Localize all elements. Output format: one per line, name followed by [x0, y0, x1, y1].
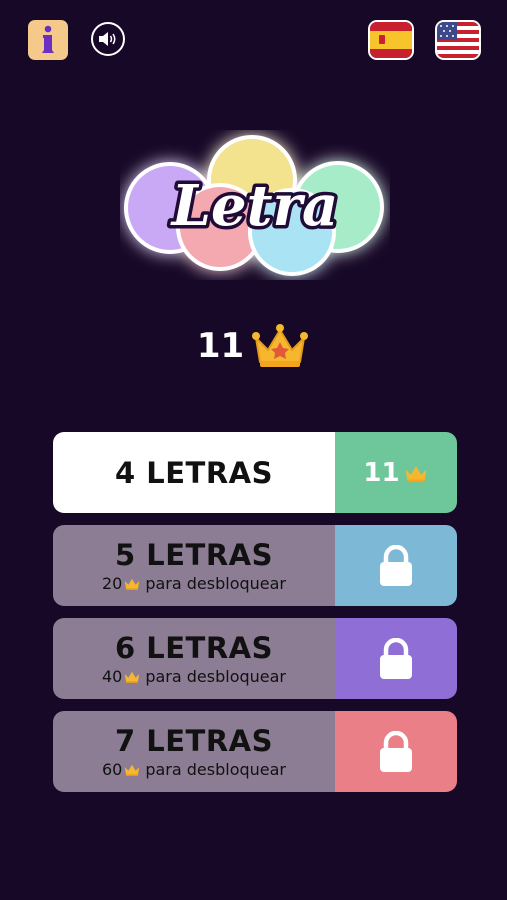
- sound-button[interactable]: [91, 22, 125, 56]
- level-score: 11: [363, 458, 428, 488]
- required-crowns: 60: [101, 760, 123, 779]
- lock-area: [335, 711, 457, 792]
- crown-icon: [125, 578, 140, 590]
- unlock-requirement: 40 para desbloquear: [102, 667, 286, 686]
- required-crowns: 20: [101, 574, 123, 593]
- lock-area: [335, 618, 457, 699]
- spain-flag-icon: [370, 22, 412, 58]
- crown-icon: [125, 671, 140, 683]
- unlock-requirement: 60 para desbloquear: [102, 760, 286, 779]
- lock-icon: [380, 637, 412, 679]
- speaker-icon: [99, 32, 116, 46]
- usa-flag-icon: [437, 22, 479, 58]
- unlock-text: para desbloquear: [145, 574, 287, 593]
- level-label: 6 LETRAS: [114, 631, 273, 665]
- level-5-letters-button[interactable]: 5 LETRAS 20 para desbloquear: [53, 525, 457, 606]
- level-name-area: 7 LETRAS 60 para desbloquear: [53, 711, 335, 792]
- level-label: 4 LETRAS: [114, 455, 273, 490]
- level-7-letters-button[interactable]: 7 LETRAS 60 para desbloquear: [53, 711, 457, 792]
- english-language-button[interactable]: [435, 20, 481, 60]
- level-name-area: 5 LETRAS 20 para desbloquear: [53, 525, 335, 606]
- score-value: 11: [196, 326, 245, 366]
- unlock-text: para desbloquear: [145, 667, 287, 686]
- unlock-requirement: 20 para desbloquear: [102, 574, 286, 593]
- lock-icon: [380, 544, 412, 586]
- lock-icon: [380, 730, 412, 772]
- level-label: 5 LETRAS: [114, 538, 273, 572]
- crown-icon: [405, 465, 426, 482]
- spanish-language-button[interactable]: [368, 20, 414, 60]
- level-score-area: 11: [335, 432, 457, 513]
- info-button[interactable]: [28, 20, 68, 60]
- unlock-text: para desbloquear: [145, 760, 287, 779]
- level-4-letters-button[interactable]: 4 LETRAS 11: [53, 432, 457, 513]
- level-name-area: 6 LETRAS 40 para desbloquear: [53, 618, 335, 699]
- level-name-area: 4 LETRAS: [53, 432, 335, 513]
- level-6-letters-button[interactable]: 6 LETRAS 40 para desbloquear: [53, 618, 457, 699]
- crown-icon: [252, 324, 309, 367]
- info-icon: [42, 25, 54, 53]
- lock-area: [335, 525, 457, 606]
- level-label: 7 LETRAS: [114, 724, 273, 758]
- level-score-value: 11: [363, 457, 400, 488]
- total-score: 11: [0, 322, 507, 370]
- required-crowns: 40: [101, 667, 123, 686]
- logo-text: Letra: [170, 173, 339, 239]
- crown-icon: [125, 764, 140, 776]
- game-logo: Letra: [120, 130, 390, 280]
